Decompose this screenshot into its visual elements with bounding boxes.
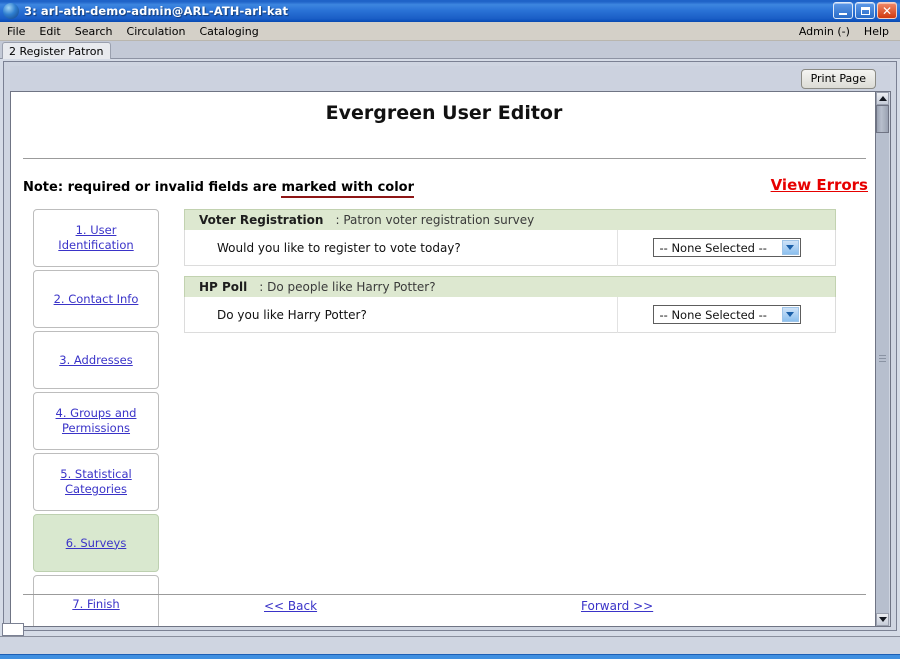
select-value: -- None Selected -- <box>654 308 767 322</box>
scrollbar-thumb[interactable] <box>876 105 889 133</box>
page-scrollbar-vertical[interactable] <box>876 91 891 627</box>
sidebar-item-contact-info[interactable]: 2. Contact Info <box>33 270 159 328</box>
title-divider <box>23 158 866 159</box>
sidebar-item-label: 5. Statistical Categories <box>34 467 158 497</box>
menu-item-circulation[interactable]: Circulation <box>120 24 193 39</box>
window-title: 3: arl-ath-demo-admin@ARL-ATH-arl-kat <box>24 4 288 18</box>
required-fields-note: Note: required or invalid fields are mar… <box>23 180 414 195</box>
survey-answer-select[interactable]: -- None Selected -- <box>653 305 801 324</box>
chevron-down-icon[interactable] <box>782 307 799 322</box>
client-area: Print Page Evergreen User Editor Note: r… <box>3 61 897 631</box>
menu-item-help[interactable]: Help <box>857 24 896 39</box>
menu-item-edit[interactable]: Edit <box>32 24 67 39</box>
scroll-down-button[interactable] <box>876 613 889 626</box>
sidebar-item-label: 4. Groups and Permissions <box>34 406 158 436</box>
scrollbar-track[interactable] <box>876 105 889 613</box>
sidebar-item-label: 3. Addresses <box>55 353 137 368</box>
survey-answer-cell: -- None Selected -- <box>618 230 835 266</box>
scrollbar-grip <box>879 355 886 362</box>
status-bar-grip <box>2 623 24 636</box>
sidebar-item-user-identification[interactable]: 1. User Identification <box>33 209 159 267</box>
page-toolbar: Print Page <box>10 66 890 91</box>
status-bar <box>0 636 900 654</box>
maximize-button[interactable] <box>855 2 875 19</box>
bottom-divider <box>23 594 866 595</box>
survey-description: : Do people like Harry Potter? <box>259 280 435 294</box>
note-prefix: Note: required or invalid fields are <box>23 180 281 195</box>
sidebar-item-label: 6. Surveys <box>62 536 131 551</box>
view-errors-link[interactable]: View Errors <box>771 176 868 194</box>
back-link[interactable]: << Back <box>264 599 317 613</box>
close-button[interactable]: ✕ <box>877 2 897 19</box>
tab-register-patron[interactable]: 2 Register Patron <box>2 42 111 59</box>
chevron-down-icon[interactable] <box>782 240 799 255</box>
sidebar-item-label: 1. User Identification <box>34 223 158 253</box>
tab-strip: 2 Register Patron <box>0 41 900 59</box>
survey-question: Do you like Harry Potter? <box>185 297 618 333</box>
survey-title: Voter Registration <box>199 213 323 227</box>
triangle-down-icon <box>879 617 887 622</box>
editor-page: Evergreen User Editor Note: required or … <box>10 91 876 627</box>
menu-item-admin[interactable]: Admin (-) <box>792 24 857 39</box>
sidebar-item-label: 2. Contact Info <box>50 292 143 307</box>
menu-item-cataloging[interactable]: Cataloging <box>192 24 265 39</box>
menu-bar: File Edit Search Circulation Cataloging … <box>0 22 900 41</box>
window-controls: ✕ <box>833 2 897 19</box>
application-window: 3: arl-ath-demo-admin@ARL-ATH-arl-kat ✕ … <box>0 0 900 659</box>
survey-description: : Patron voter registration survey <box>335 213 534 227</box>
sidebar-item-addresses[interactable]: 3. Addresses <box>33 331 159 389</box>
menu-bar-right: Admin (-) Help <box>792 22 896 41</box>
sidebar-item-statistical-categories[interactable]: 5. Statistical Categories <box>33 453 159 511</box>
forward-link[interactable]: Forward >> <box>581 599 653 613</box>
sidebar-item-surveys[interactable]: 6. Surveys <box>33 514 159 572</box>
minimize-button[interactable] <box>833 2 853 19</box>
survey-question: Would you like to register to vote today… <box>185 230 618 266</box>
note-row: Note: required or invalid fields are mar… <box>23 180 868 200</box>
survey-panels: Voter Registration : Patron voter regist… <box>184 209 836 343</box>
wizard-steps-sidebar: 1. User Identification 2. Contact Info 3… <box>33 209 159 627</box>
sidebar-item-groups-and-permissions[interactable]: 4. Groups and Permissions <box>33 392 159 450</box>
survey-row: Would you like to register to vote today… <box>184 230 836 266</box>
survey-answer-select[interactable]: -- None Selected -- <box>653 238 801 257</box>
survey-header: HP Poll : Do people like Harry Potter? <box>184 276 836 297</box>
menu-item-search[interactable]: Search <box>68 24 120 39</box>
wizard-navigation: << Back Forward >> <box>23 599 866 623</box>
survey-header: Voter Registration : Patron voter regist… <box>184 209 836 230</box>
scroll-up-button[interactable] <box>876 92 889 105</box>
survey-panel-voter-registration: Voter Registration : Patron voter regist… <box>184 209 836 266</box>
menu-item-file[interactable]: File <box>0 24 32 39</box>
select-value: -- None Selected -- <box>654 241 767 255</box>
globe-icon <box>3 3 19 19</box>
print-page-button[interactable]: Print Page <box>801 69 876 89</box>
desktop-strip <box>0 654 900 659</box>
page-title: Evergreen User Editor <box>11 102 876 124</box>
survey-title: HP Poll <box>199 280 247 294</box>
survey-row: Do you like Harry Potter? -- None Select… <box>184 297 836 333</box>
title-bar: 3: arl-ath-demo-admin@ARL-ATH-arl-kat ✕ <box>0 0 900 22</box>
survey-answer-cell: -- None Selected -- <box>618 297 835 333</box>
marked-with-color-emphasis: marked with color <box>281 180 414 198</box>
survey-panel-hp-poll: HP Poll : Do people like Harry Potter? D… <box>184 276 836 333</box>
triangle-up-icon <box>879 96 887 101</box>
